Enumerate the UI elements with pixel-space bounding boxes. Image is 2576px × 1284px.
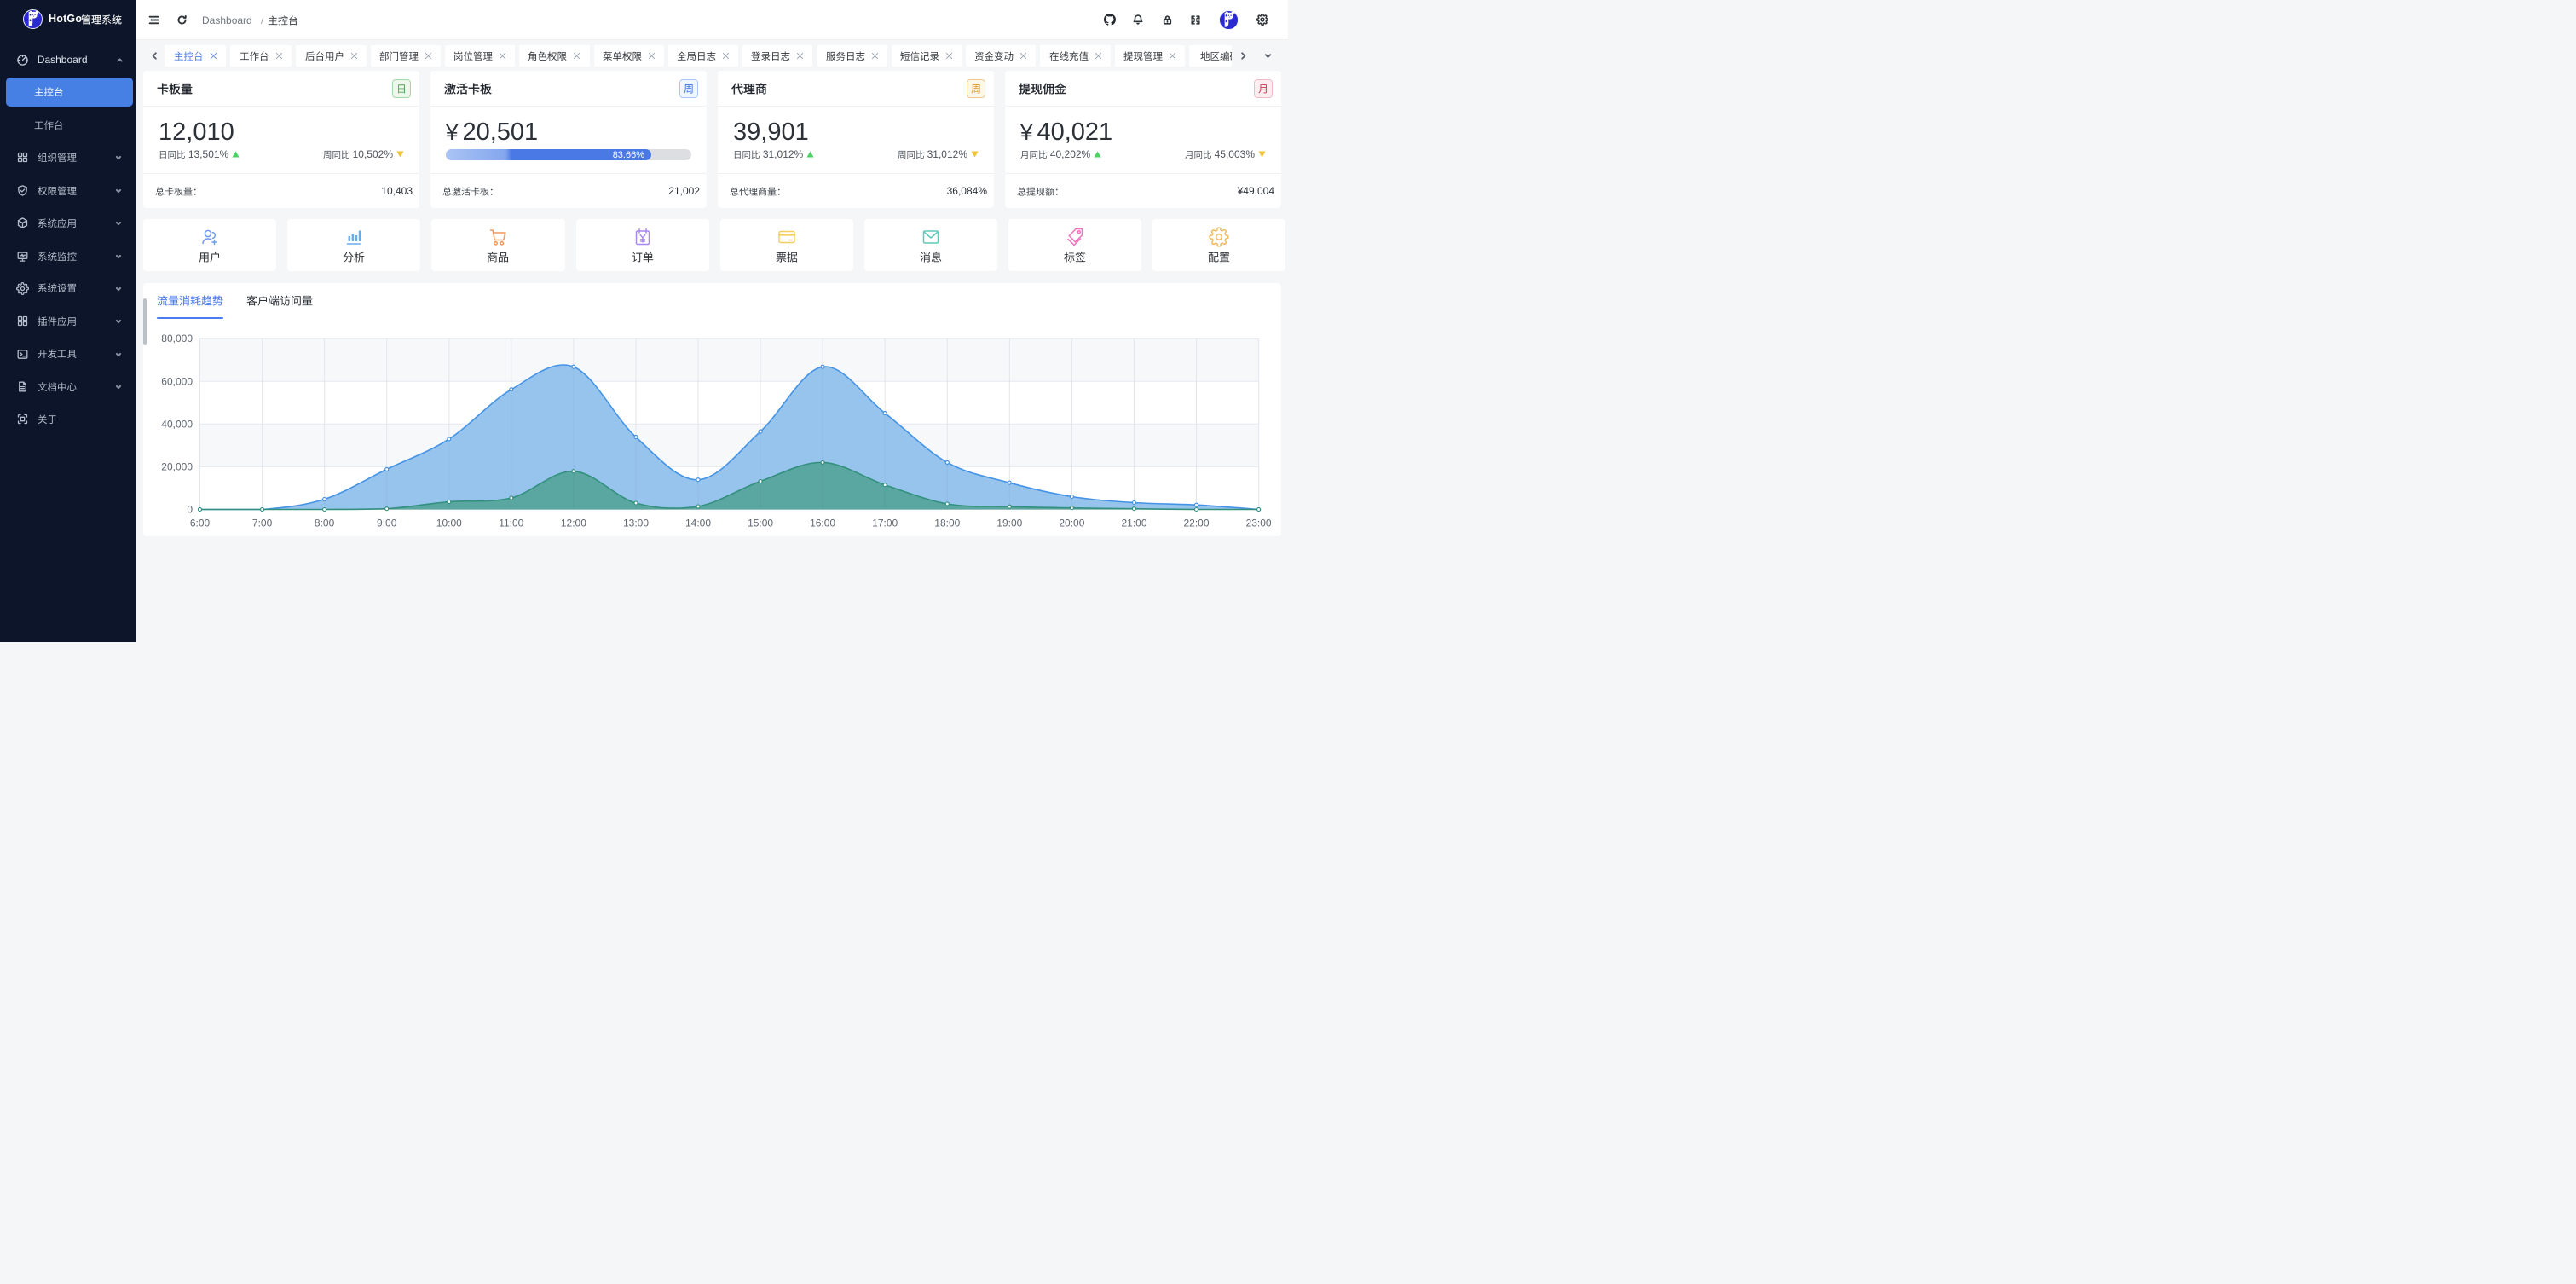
svg-text:0: 0 xyxy=(187,503,193,515)
svg-text:23:00: 23:00 xyxy=(1246,517,1272,529)
svg-text:19:00: 19:00 xyxy=(996,517,1022,529)
svg-text:11:00: 11:00 xyxy=(499,517,523,529)
svg-text:16:00: 16:00 xyxy=(810,517,835,529)
svg-text:15:00: 15:00 xyxy=(748,517,773,529)
svg-text:13:00: 13:00 xyxy=(623,517,649,529)
svg-text:10:00: 10:00 xyxy=(436,517,462,529)
svg-text:80,000: 80,000 xyxy=(161,333,193,344)
svg-text:20,000: 20,000 xyxy=(161,460,193,472)
svg-text:12:00: 12:00 xyxy=(561,517,586,529)
svg-text:6:00: 6:00 xyxy=(190,517,211,529)
svg-text:17:00: 17:00 xyxy=(872,517,898,529)
svg-text:8:00: 8:00 xyxy=(315,517,335,529)
svg-text:60,000: 60,000 xyxy=(161,375,193,387)
svg-text:20:00: 20:00 xyxy=(1059,517,1084,529)
svg-text:7:00: 7:00 xyxy=(252,517,273,529)
svg-text:22:00: 22:00 xyxy=(1183,517,1209,529)
svg-text:9:00: 9:00 xyxy=(377,517,397,529)
svg-text:18:00: 18:00 xyxy=(934,517,960,529)
svg-text:14:00: 14:00 xyxy=(685,517,711,529)
svg-text:40,000: 40,000 xyxy=(161,418,193,430)
svg-text:21:00: 21:00 xyxy=(1121,517,1146,529)
